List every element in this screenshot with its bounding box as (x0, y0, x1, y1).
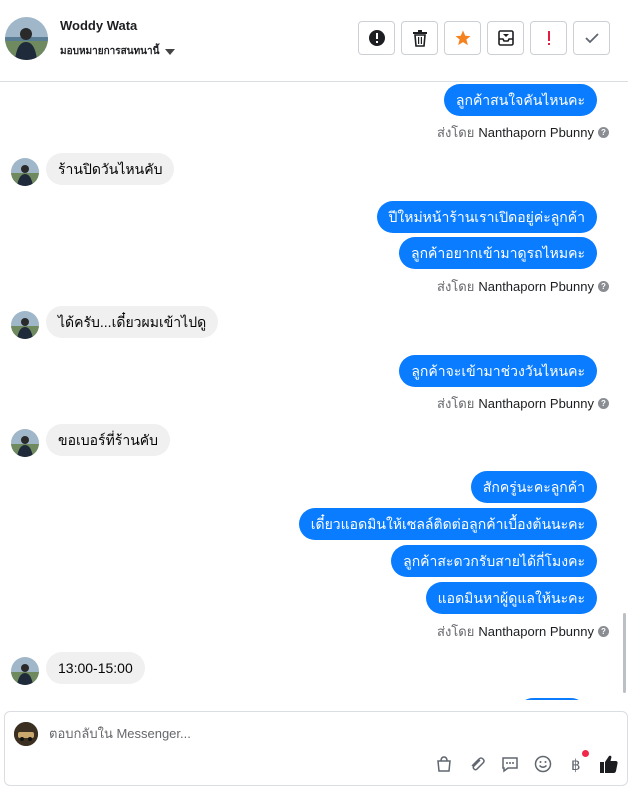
help-icon[interactable]: ? (598, 626, 609, 637)
incoming-message: ได้ครับ...เดี๋ยวผมเข้าไปดู (46, 306, 219, 338)
outgoing-message: ลูกค้าสนใจคันไหนคะ (443, 84, 597, 116)
help-icon[interactable]: ? (598, 281, 609, 292)
chevron-down-icon (165, 48, 176, 55)
star-icon (455, 30, 470, 46)
alert-circle-icon (368, 30, 385, 46)
sender-name: Nanthaporn Pbunny (478, 125, 594, 140)
outgoing-message: แอดมินหาผู้ดูแลให้นะคะ (425, 582, 597, 614)
emoji-button[interactable] (533, 754, 553, 774)
message-thread[interactable]: ลูกค้าสนใจคันไหนคะ ส่งโดย Nanthaporn Pbu… (0, 83, 628, 700)
outgoing-message: ลูกค้าอยากเข้ามาดูรถไหมคะ (398, 237, 597, 269)
outgoing-message: เดี๋ยวแอดมินให้เซลล์ติดต่อลูกค้าเบื้องต้… (298, 508, 597, 540)
outgoing-message: ลูกค้าสะดวกรับสายได้กี่โมงคะ (391, 545, 597, 577)
incoming-message: ร้านปิดวันไหนคับ (46, 153, 175, 185)
archive-icon (497, 30, 514, 46)
notification-dot (582, 750, 589, 757)
contact-avatar-small[interactable] (11, 657, 39, 685)
outgoing-message: ลูกค้าจะเข้ามาช่วงวันไหนคะ (399, 355, 597, 387)
sent-by-label: ส่งโดย Nanthaporn Pbunny ? (437, 276, 609, 297)
contact-avatar-small[interactable] (11, 429, 39, 457)
assign-label: มอบหมายการสนทนานี้ (60, 46, 160, 57)
scrollbar[interactable] (623, 613, 626, 693)
like-icon (600, 755, 618, 773)
attach-button[interactable] (467, 754, 487, 774)
sent-by-prefix: ส่งโดย (437, 125, 475, 140)
contact-avatar-small[interactable] (11, 158, 39, 186)
outgoing-message-partial (517, 698, 587, 700)
incoming-message: 13:00-15:00 (46, 652, 145, 684)
mark-done-button[interactable] (573, 21, 610, 55)
sent-by-label: ส่งโดย Nanthaporn Pbunny ? (437, 122, 609, 143)
help-icon[interactable]: ? (598, 398, 609, 409)
like-button[interactable] (599, 754, 619, 774)
sender-name: Nanthaporn Pbunny (478, 624, 594, 639)
trash-icon (412, 30, 427, 47)
contact-avatar[interactable] (5, 17, 48, 60)
sender-name: Nanthaporn Pbunny (478, 396, 594, 411)
composer-toolbar: ฿ (434, 750, 619, 774)
sent-by-label: ส่งโดย Nanthaporn Pbunny ? (437, 393, 609, 414)
mark-important-button[interactable] (530, 21, 567, 55)
emoji-icon (534, 755, 552, 773)
payment-button[interactable]: ฿ (566, 750, 589, 774)
delete-button[interactable] (401, 21, 438, 55)
conversation-header: Woddy Wata มอบหมายการสนทนานี้ (0, 0, 628, 82)
exclamation-icon (547, 31, 550, 45)
sent-by-label: ส่งโดย Nanthaporn Pbunny ? (437, 621, 609, 642)
saved-reply-button[interactable] (500, 754, 520, 774)
help-icon[interactable]: ? (598, 127, 609, 138)
outgoing-message: สักครู่นะคะลูกค้า (470, 471, 597, 503)
archive-button[interactable] (487, 21, 524, 55)
reply-composer: ฿ (4, 711, 628, 786)
shop-icon (437, 756, 451, 772)
outgoing-message: ปีใหม่หน้าร้านเราเปิดอยู่ค่ะลูกค้า (376, 201, 597, 233)
incoming-message: ขอเบอร์ที่ร้านคับ (46, 424, 171, 456)
conversation-toolbar (358, 21, 610, 55)
sent-by-prefix: ส่งโดย (437, 396, 475, 411)
contact-name[interactable]: Woddy Wata (60, 18, 137, 33)
check-icon (584, 33, 599, 44)
shop-button[interactable] (434, 754, 454, 774)
reply-input[interactable] (49, 726, 589, 741)
sent-by-prefix: ส่งโดย (437, 624, 475, 639)
svg-text:฿: ฿ (571, 756, 581, 773)
spam-button[interactable] (358, 21, 395, 55)
sender-name: Nanthaporn Pbunny (478, 279, 594, 294)
page-avatar (14, 722, 38, 746)
contact-avatar-small[interactable] (11, 311, 39, 339)
saved-reply-icon (502, 757, 518, 773)
star-button[interactable] (444, 21, 481, 55)
attachment-icon (471, 757, 485, 771)
sent-by-prefix: ส่งโดย (437, 279, 475, 294)
assign-conversation-dropdown[interactable]: มอบหมายการสนทนานี้ (60, 44, 176, 59)
payment-icon: ฿ (571, 756, 581, 773)
